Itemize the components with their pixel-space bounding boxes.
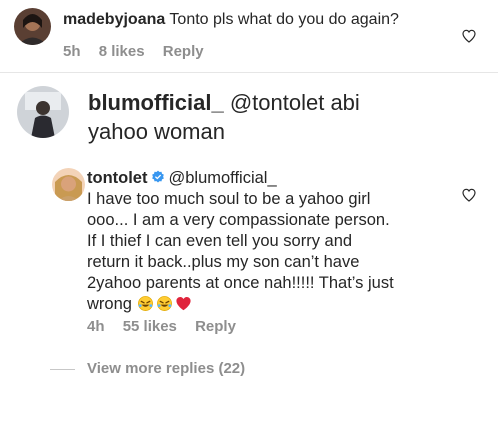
rofl-emoji xyxy=(137,295,154,312)
red-heart-emoji xyxy=(175,295,192,312)
likes-count[interactable]: 55 likes xyxy=(123,318,177,335)
avatar-blumofficial[interactable] xyxy=(17,86,69,138)
reply-button[interactable]: Reply xyxy=(195,318,236,335)
comment-body-line: I have too much soul to be a yahoo girl xyxy=(87,190,371,208)
mention-link[interactable]: @tontolet xyxy=(230,90,325,115)
mention-link[interactable]: @blumofficial_ xyxy=(168,169,276,187)
comment-text-blumofficial: blumofficial_ @tontolet abi yahoo woman xyxy=(88,88,360,146)
comment-body: abi xyxy=(330,90,360,115)
avatar-madebyjoana[interactable] xyxy=(14,8,51,45)
reply-button[interactable]: Reply xyxy=(163,43,204,60)
divider xyxy=(0,72,498,73)
username-tontolet[interactable]: tontolet xyxy=(87,169,147,187)
comment-body-line: return it back..plus my son can’t have xyxy=(87,253,360,271)
comment-body-word: wrong xyxy=(87,295,132,313)
comment-time: 5h xyxy=(63,43,81,60)
comment-body-line: yahoo woman xyxy=(88,119,225,144)
comment-body-line: 2yahoo parents at once nah!!!!! That’s j… xyxy=(87,274,394,292)
verified-badge-icon xyxy=(151,170,165,184)
comment-body-last-line: wrong xyxy=(87,294,394,315)
username-blumofficial[interactable]: blumofficial_ xyxy=(88,90,224,115)
comment-body-line: If I thief I can even tell you sorry and xyxy=(87,232,353,250)
username-madebyjoana[interactable]: madebyjoana xyxy=(63,11,165,28)
view-more-replies-button[interactable]: View more replies (22) xyxy=(87,360,245,377)
rofl-emoji xyxy=(156,295,173,312)
likes-count[interactable]: 8 likes xyxy=(99,43,145,60)
view-more-line xyxy=(50,369,75,370)
avatar-tontolet[interactable] xyxy=(52,168,85,201)
heart-outline-icon[interactable] xyxy=(461,187,477,203)
comment-text-madebyjoana: madebyjoana Tonto pls what do you do aga… xyxy=(63,11,399,29)
comment-meta: 4h 55 likes Reply xyxy=(87,318,236,335)
comment-body-line: ooo... I am a very compassionate person. xyxy=(87,211,390,229)
comment-meta: 5h 8 likes Reply xyxy=(63,43,204,60)
comment-text-tontolet: tontolet @blumofficial_ I have too much s… xyxy=(87,168,394,315)
comment-body: Tonto pls what do you do again? xyxy=(169,11,399,28)
comment-time: 4h xyxy=(87,318,105,335)
heart-outline-icon[interactable] xyxy=(461,28,477,44)
